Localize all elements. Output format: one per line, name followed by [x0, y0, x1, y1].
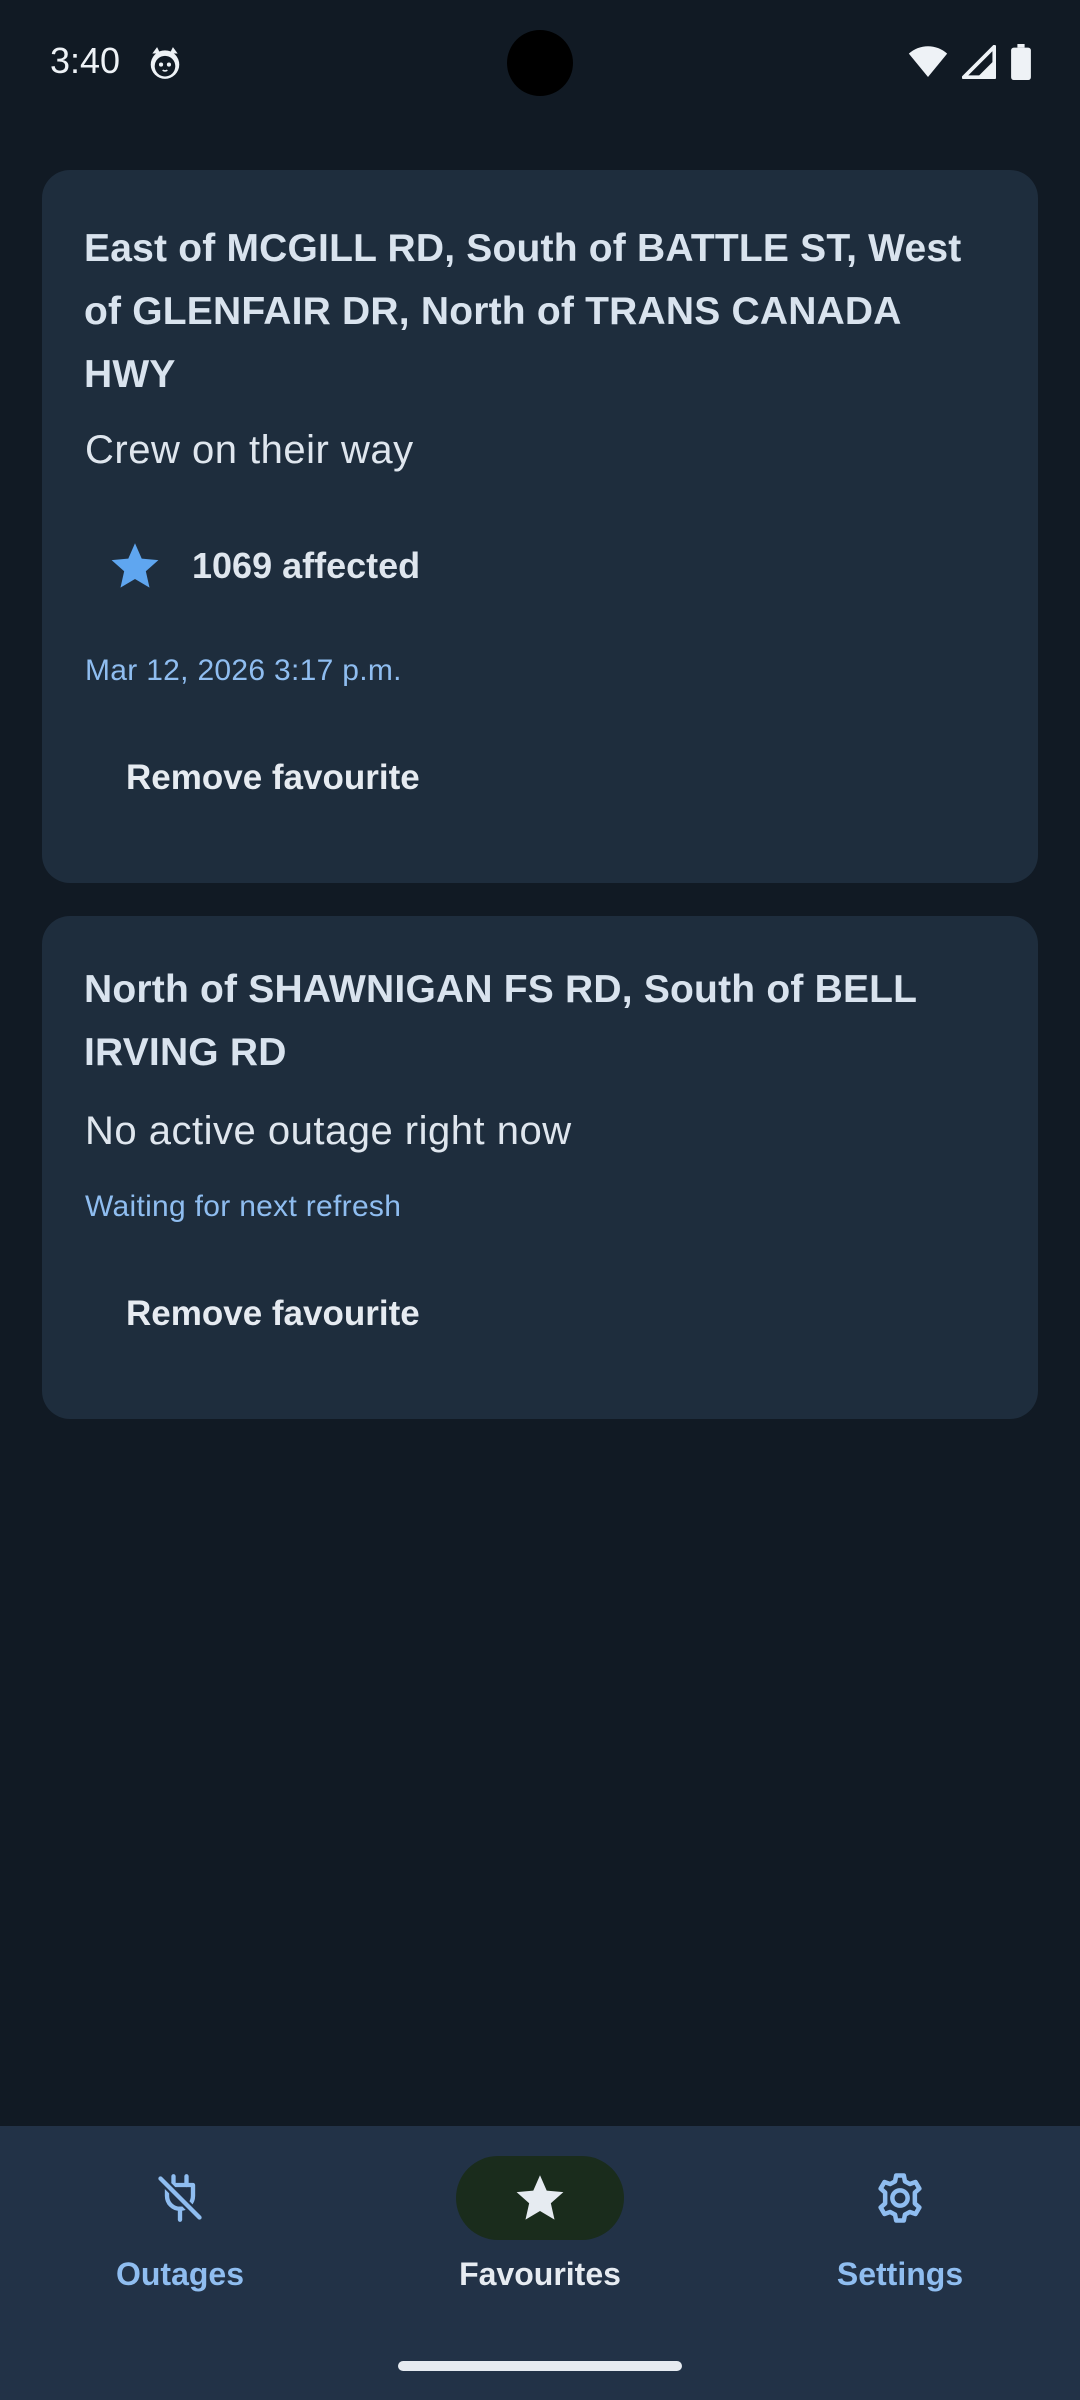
nav-item-outages[interactable]: Outages: [0, 2156, 360, 2293]
nav-item-settings[interactable]: Settings: [720, 2156, 1080, 2293]
signal-icon: [962, 45, 996, 79]
remove-favourite-button[interactable]: Remove favourite: [126, 1294, 420, 1334]
affected-row: 1069 affected: [108, 540, 420, 592]
status-bar: 3:40: [0, 0, 1080, 130]
cat-notification-icon: [150, 47, 180, 79]
nav-label: Outages: [115, 2256, 245, 2292]
wifi-icon: [908, 46, 948, 77]
outage-status: No active outage right now: [85, 1109, 572, 1153]
star-icon: [111, 543, 159, 588]
outage-area-title: East of MCGILL RD, South of BATTLE ST, W…: [84, 227, 962, 396]
nav-label: Settings: [836, 2256, 964, 2292]
favourite-card: North of SHAWNIGAN FS RD, South of BELL …: [42, 916, 1038, 1419]
favourites-screen: 3:40 East of MCGILL RD, South of BATTLE …: [0, 0, 1080, 2400]
status-icons: [908, 44, 1032, 80]
bottom-navigation: Outages Favourites Settings: [0, 2126, 1080, 2400]
outage-area-title: North of SHAWNIGAN FS RD, South of BELL …: [84, 968, 917, 1074]
refresh-note: Waiting for next refresh: [85, 1190, 402, 1223]
outage-status: Crew on their way: [85, 428, 414, 472]
favourite-card: East of MCGILL RD, South of BATTLE ST, W…: [42, 170, 1038, 883]
home-indicator[interactable]: [398, 2361, 682, 2371]
outage-timestamp: Mar 12, 2026 3:17 p.m.: [85, 654, 402, 687]
remove-favourite-button[interactable]: Remove favourite: [126, 758, 420, 798]
affected-count: 1069 affected: [192, 545, 421, 586]
battery-icon: [1011, 44, 1031, 80]
power-off-icon: [156, 2174, 204, 2222]
status-time: 3:40: [50, 40, 121, 81]
nav-label: Favourites: [459, 2256, 621, 2292]
nav-item-favourites[interactable]: Favourites: [360, 2156, 720, 2293]
gear-icon: [878, 2173, 922, 2223]
star-icon: [516, 2175, 564, 2220]
camera-cutout: [507, 30, 573, 96]
